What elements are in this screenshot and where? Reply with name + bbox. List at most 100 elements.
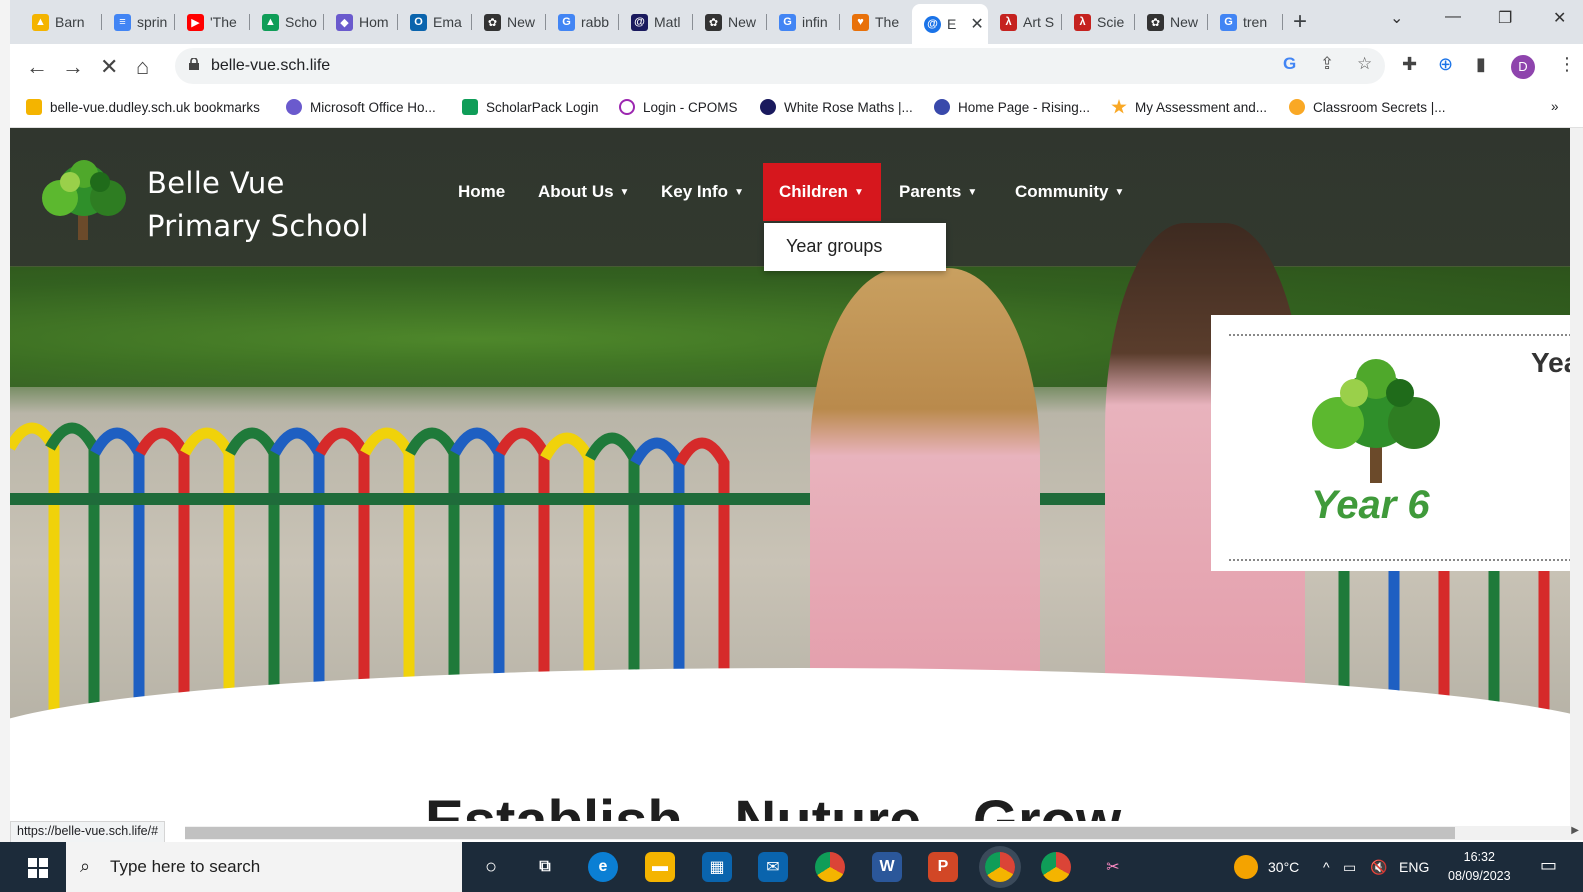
bookmark-item[interactable]: Microsoft Office Ho... <box>286 99 436 115</box>
home-icon[interactable]: ⌂ <box>136 54 149 80</box>
download-icon[interactable]: ⊕ <box>1438 54 1453 75</box>
side-panel-icon[interactable]: ▮ <box>1476 54 1486 75</box>
weather-temp[interactable]: 30°C <box>1268 859 1299 875</box>
bookmark-star-icon[interactable]: ☆ <box>1357 54 1372 74</box>
google-icon: G <box>779 13 796 31</box>
office-icon <box>286 99 302 115</box>
school-name[interactable]: Belle Vue Primary School <box>147 162 369 248</box>
snipping-tool-icon[interactable]: ✂ <box>1098 852 1128 882</box>
minimize-icon[interactable]: — <box>1445 8 1461 26</box>
chrome-icon[interactable] <box>1041 852 1071 882</box>
tab-4[interactable]: ◆ Hom <box>324 8 398 36</box>
tab-7[interactable]: Grabb <box>546 8 619 36</box>
tree-icon <box>1312 359 1440 483</box>
task-view-icon[interactable]: ⧉ <box>530 852 560 882</box>
taskbar-search[interactable]: ⌕ Type here to search <box>66 842 462 892</box>
bookmark-item[interactable]: My Assessment and... <box>1111 99 1267 115</box>
edge-icon[interactable]: e <box>588 852 618 882</box>
profile-avatar[interactable]: D <box>1511 55 1535 79</box>
weather-icon[interactable] <box>1234 855 1258 879</box>
nav-community[interactable]: Community ▼ <box>999 163 1140 221</box>
bookmark-item[interactable]: ScholarPack Login <box>462 99 599 115</box>
nav-key-info[interactable]: Key Info ▼ <box>645 163 760 221</box>
powerpoint-icon[interactable]: P <box>928 852 958 882</box>
tab-3[interactable]: ▲ Scho <box>250 8 324 36</box>
bookmark-label: My Assessment and... <box>1135 99 1268 115</box>
tab-5[interactable]: O Ema <box>398 8 472 36</box>
close-window-icon[interactable]: ✕ <box>1553 8 1566 28</box>
nav-about-us[interactable]: About Us ▼ <box>522 163 645 221</box>
chatgpt-icon: ✿ <box>705 13 722 31</box>
close-tab-icon[interactable]: ✕ <box>970 14 983 34</box>
tab-12-active[interactable]: @ E ✕ <box>912 4 988 44</box>
star-icon <box>1111 99 1127 114</box>
stop-loading-icon[interactable]: ✕ <box>100 54 118 80</box>
tab-14[interactable]: λ Scie <box>1062 8 1135 36</box>
google-icon: G <box>1220 13 1237 31</box>
google-lens-icon[interactable]: G <box>1283 54 1296 74</box>
volume-muted-icon[interactable]: 🔇 <box>1370 859 1387 876</box>
nav-children[interactable]: Children ▼ <box>763 163 881 221</box>
menu-icon[interactable]: ⋮ <box>1558 54 1576 75</box>
dropdown-item-year-groups[interactable]: Year groups <box>786 236 882 257</box>
cortana-icon[interactable]: ○ <box>476 852 506 882</box>
tab-16[interactable]: Gtren <box>1208 8 1283 36</box>
bookmark-item[interactable]: Classroom Secrets |... <box>1289 99 1446 115</box>
tab-label: The <box>875 14 900 30</box>
tab-10[interactable]: Ginfin <box>767 8 840 36</box>
tab-8[interactable]: @ Matl <box>619 8 693 36</box>
share-icon[interactable]: ⇪ <box>1320 54 1334 74</box>
back-icon[interactable]: ← <box>26 54 48 80</box>
tab-6[interactable]: ✿ New <box>472 8 546 36</box>
tab-15[interactable]: ✿ New <box>1135 8 1208 36</box>
vertical-scrollbar[interactable] <box>1570 128 1583 826</box>
windows-taskbar: ⌕ Type here to search ○ ⧉ e ▬ ▦ ✉ W P ✂ … <box>0 842 1583 892</box>
word-icon[interactable]: W <box>872 852 902 882</box>
scroll-thumb[interactable] <box>185 827 1455 839</box>
bookmarks-overflow[interactable]: » <box>1551 99 1559 114</box>
windows-start-icon[interactable] <box>28 858 48 878</box>
bookmark-item[interactable]: White Rose Maths |... <box>760 99 913 115</box>
scholarpack-icon <box>462 99 478 115</box>
tab-2[interactable]: ▶ 'The <box>175 8 250 36</box>
year-6-card[interactable]: Year 6 Yea <box>1211 315 1570 571</box>
system-clock[interactable]: 16:32 08/09/2023 <box>1448 848 1511 886</box>
tab-label: Hom <box>359 14 389 30</box>
tab-search-icon[interactable]: ⌄ <box>1390 8 1403 28</box>
bookmarks-bar: belle-vue.dudley.sch.uk bookmarks Micros… <box>10 90 1583 128</box>
extensions-icon[interactable]: ✚ <box>1402 54 1417 75</box>
tab-11[interactable]: ♥ The <box>840 8 912 36</box>
scroll-right-icon[interactable]: ▶ <box>1571 825 1579 836</box>
address-bar[interactable]: belle-vue.sch.life <box>175 48 1385 84</box>
classroom-secrets-icon <box>1289 99 1305 115</box>
bookmark-label: White Rose Maths |... <box>784 99 913 115</box>
chrome-profile-active-icon[interactable] <box>985 852 1015 882</box>
nav-label: Parents <box>899 182 962 201</box>
notification-icon[interactable]: ▭ <box>1540 855 1557 876</box>
nav-parents[interactable]: Parents ▼ <box>883 163 993 221</box>
bookmark-item[interactable]: Login - CPOMS <box>619 99 738 115</box>
chrome-icon[interactable] <box>815 852 845 882</box>
network-icon[interactable]: ▭ <box>1343 859 1356 876</box>
tab-1[interactable]: ≡ sprin <box>102 8 175 36</box>
restore-icon[interactable]: ❐ <box>1498 8 1512 28</box>
tab-0[interactable]: ▲ Barn <box>20 8 102 36</box>
bookmark-item[interactable]: Home Page - Rising... <box>934 99 1090 115</box>
file-explorer-icon[interactable]: ▬ <box>645 852 675 882</box>
tray-chevron-icon[interactable]: ^ <box>1323 859 1330 875</box>
google-icon: G <box>558 13 575 31</box>
school-icon: @ <box>924 15 941 33</box>
tab-13[interactable]: λ Art S <box>988 8 1062 36</box>
nav-home[interactable]: Home <box>442 163 521 221</box>
school-motto: Establish - Nuture - Grow <box>425 788 1121 821</box>
store-icon[interactable]: ▦ <box>702 852 732 882</box>
new-tab-button[interactable]: + <box>1293 8 1307 36</box>
language-indicator[interactable]: ENG <box>1399 859 1429 875</box>
mail-icon[interactable]: ✉ <box>758 852 788 882</box>
year-heading-partial: Yea <box>1531 347 1570 378</box>
bookmark-item[interactable]: belle-vue.dudley.sch.uk bookmarks <box>26 99 260 115</box>
clock-date: 08/09/2023 <box>1448 869 1511 883</box>
tab-9[interactable]: ✿ New <box>693 8 767 36</box>
forward-icon[interactable]: → <box>62 54 84 80</box>
horizontal-scrollbar[interactable]: ▶ <box>185 825 1583 840</box>
